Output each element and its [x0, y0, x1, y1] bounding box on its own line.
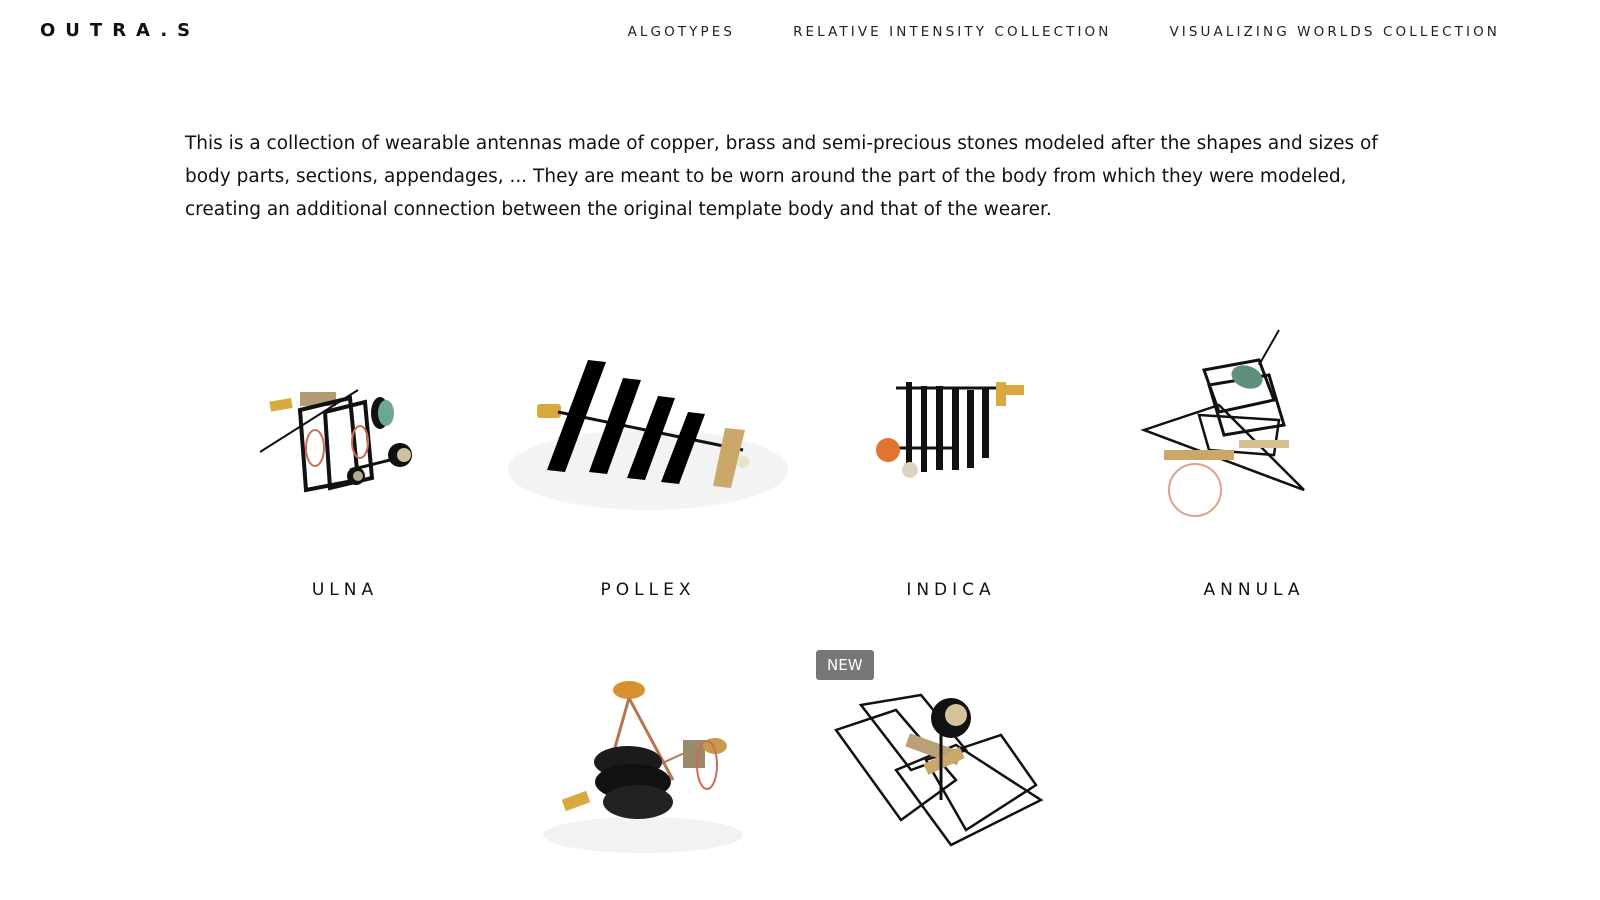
gallery-item-pollex[interactable]: POLLEX [503, 330, 793, 600]
nav-item-relative-intensity[interactable]: RELATIVE INTENSITY COLLECTION [793, 24, 1111, 40]
pollex-antenna-image [503, 330, 793, 560]
item-title: ULNA [311, 580, 379, 600]
page: OUTRA.S ALGOTYPES RELATIVE INTENSITY COL… [0, 0, 1600, 900]
gallery-item-5[interactable] [503, 660, 793, 890]
annula-antenna-image [1109, 329, 1399, 560]
item-title: ANNULA [1203, 580, 1305, 600]
collection-intro: This is a collection of wearable antenna… [185, 132, 1378, 220]
nav-item-algotypes[interactable]: ALGOTYPES [628, 24, 735, 40]
gallery-item-indica[interactable]: INDICA [806, 330, 1096, 600]
indica-antenna-image [806, 330, 1096, 560]
item-title: POLLEX [600, 580, 696, 600]
gallery-item-6[interactable]: NEW [806, 650, 1096, 890]
main-nav: ALGOTYPES RELATIVE INTENSITY COLLECTION … [628, 24, 1500, 40]
ulna-antenna-image [200, 330, 490, 560]
item-title: INDICA [906, 580, 996, 600]
antenna-image [503, 660, 793, 890]
gallery-item-annula[interactable]: ANNULA [1109, 329, 1399, 600]
antenna-image [806, 660, 1096, 890]
nav-item-visualizing-worlds[interactable]: VISUALIZING WORLDS COLLECTION [1169, 24, 1500, 40]
gallery-item-ulna[interactable]: ULNA [200, 330, 490, 600]
site-logo[interactable]: OUTRA.S [40, 20, 200, 41]
new-badge: NEW [816, 650, 874, 680]
